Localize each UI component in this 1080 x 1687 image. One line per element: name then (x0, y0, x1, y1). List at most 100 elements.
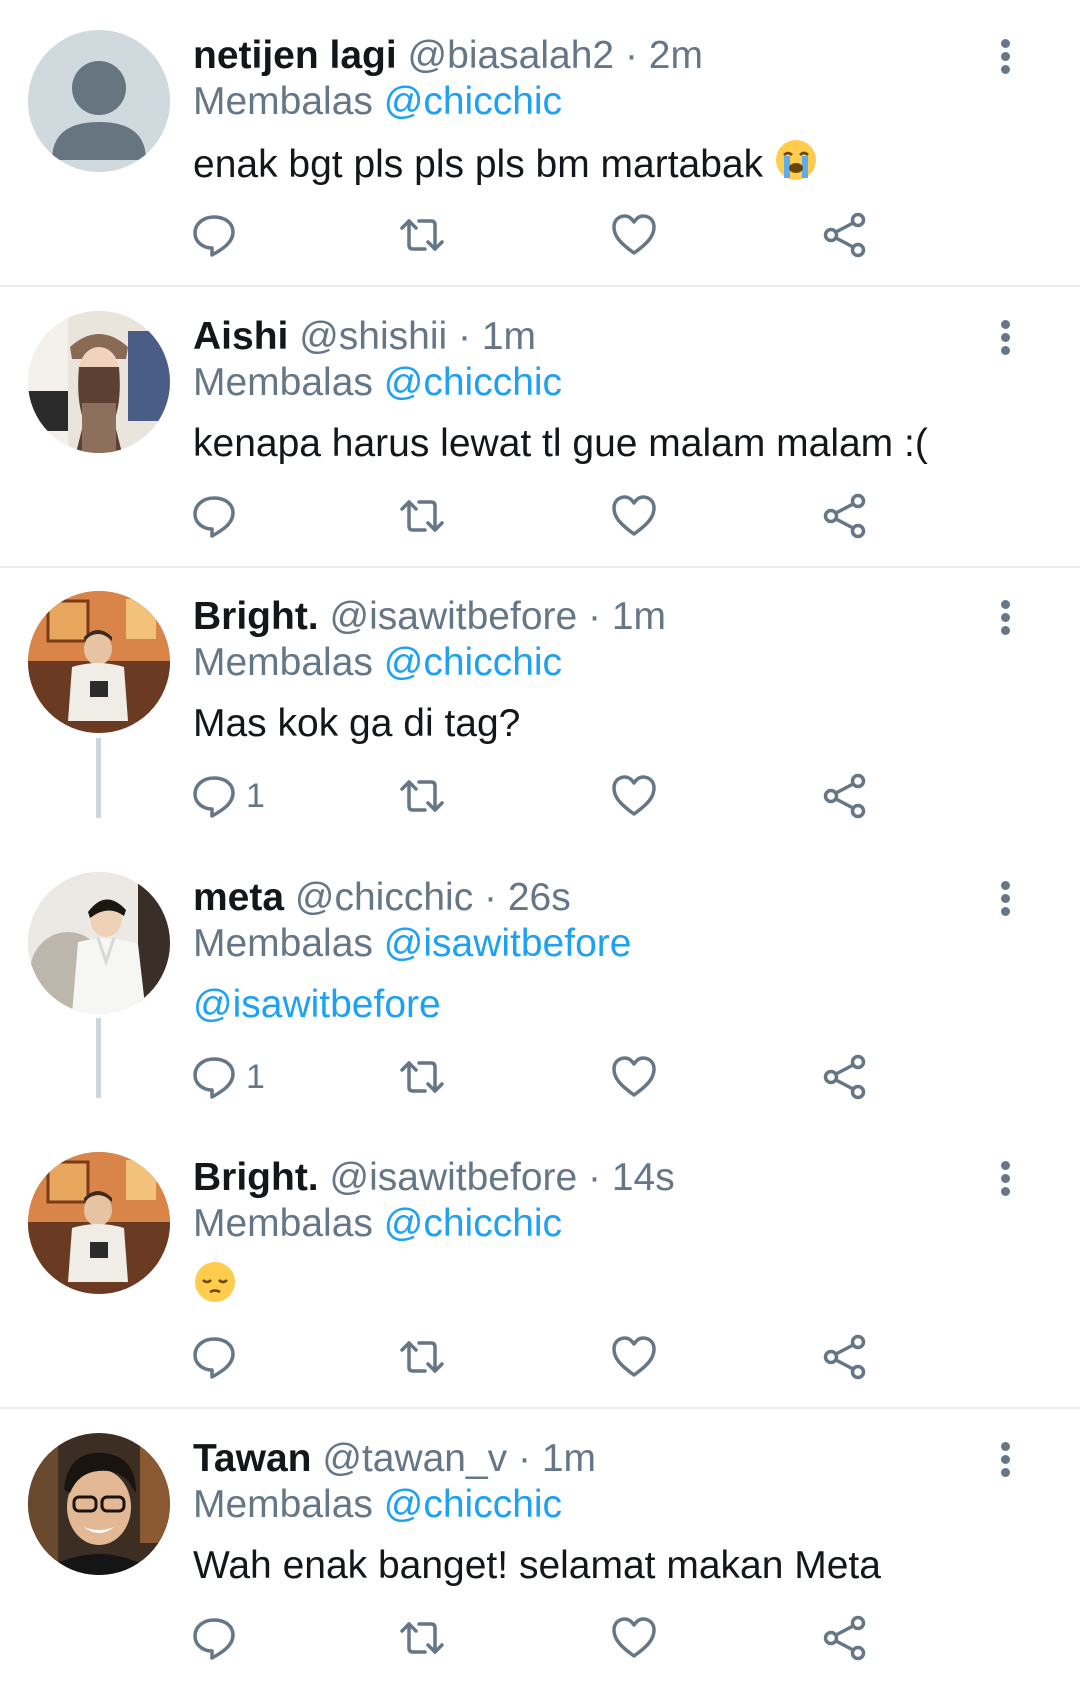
share-icon (823, 1615, 866, 1661)
avatar[interactable] (28, 1152, 170, 1294)
display-name[interactable]: Bright. (193, 1156, 319, 1199)
reply-icon (193, 215, 235, 257)
reply-button[interactable] (190, 1332, 246, 1382)
tweet-text (193, 1260, 237, 1317)
like-button[interactable] (610, 1332, 658, 1382)
tweet[interactable]: Bright. @isawitbefore · 1m Membalas @chi… (0, 561, 1080, 842)
tweet[interactable]: Aishi @shishii · 1m Membalas @chicchic k… (0, 281, 1080, 566)
avatar[interactable] (28, 30, 170, 172)
like-button[interactable] (610, 210, 658, 260)
timestamp[interactable]: · 1m (588, 595, 666, 638)
timestamp[interactable]: · 1m (458, 315, 536, 358)
default-avatar-icon (28, 30, 170, 172)
retweet-button[interactable] (398, 1052, 446, 1102)
reply-icon (193, 1057, 235, 1099)
user-photo-icon (28, 1152, 170, 1294)
share-button[interactable] (820, 1332, 868, 1382)
display-name[interactable]: meta (193, 876, 284, 919)
reply-to-mention[interactable]: @chicchic (384, 80, 562, 123)
pensive-face-icon (193, 1260, 237, 1317)
reply-prefix: Membalas (193, 80, 373, 123)
share-button[interactable] (820, 771, 868, 821)
share-button[interactable] (820, 1052, 868, 1102)
reply-context: Membalas @chicchic (193, 639, 562, 687)
share-icon (823, 773, 866, 819)
tweet[interactable]: Bright. @isawitbefore · 14s Membalas @ch… (0, 1122, 1080, 1407)
more-options-icon[interactable] (990, 597, 1020, 637)
tweet-mention-link[interactable]: @isawitbefore (193, 980, 441, 1030)
tweet-text: Mas kok ga di tag? (193, 702, 521, 745)
like-button[interactable] (610, 1613, 658, 1663)
retweet-icon (400, 500, 444, 532)
share-button[interactable] (820, 1613, 868, 1663)
heart-icon (612, 495, 656, 536)
tweet[interactable]: meta @chicchic · 26s Membalas @isawitbef… (0, 842, 1080, 1122)
display-name[interactable]: netijen lagi (193, 34, 397, 77)
share-icon (823, 1054, 866, 1100)
user-photo-icon (28, 311, 170, 453)
reply-button[interactable]: 1 (190, 1052, 265, 1102)
reply-prefix: Membalas (193, 1202, 373, 1245)
retweet-button[interactable] (398, 491, 446, 541)
avatar[interactable] (28, 1433, 170, 1575)
handle[interactable]: @tawan_v (322, 1437, 507, 1480)
tweet-header: Aishi @shishii · 1m (193, 313, 536, 361)
tweet-header: Tawan @tawan_v · 1m (193, 1435, 596, 1483)
handle[interactable]: @biasalah2 (408, 34, 615, 77)
timestamp[interactable]: · 2m (625, 34, 703, 77)
retweet-icon (400, 1341, 444, 1373)
reply-button[interactable] (190, 210, 246, 260)
user-photo-icon (28, 591, 170, 733)
more-options-icon[interactable] (990, 36, 1020, 76)
reply-to-mention[interactable]: @chicchic (384, 361, 562, 404)
reply-to-mention[interactable]: @isawitbefore (384, 922, 632, 965)
tweet-actions: 1 (190, 771, 910, 821)
avatar[interactable] (28, 591, 170, 733)
reply-prefix: Membalas (193, 922, 373, 965)
timestamp[interactable]: · 14s (588, 1156, 675, 1199)
reply-button[interactable] (190, 491, 246, 541)
reply-to-mention[interactable]: @chicchic (384, 1202, 562, 1245)
tweet-header: Bright. @isawitbefore · 1m (193, 593, 666, 641)
user-photo-icon (28, 872, 170, 1014)
handle[interactable]: @chicchic (295, 876, 473, 919)
tweet-text: enak bgt pls pls pls bm martabak (193, 138, 818, 195)
reply-feed: netijen lagi @biasalah2 · 2m Membalas @c… (0, 0, 1080, 1687)
like-button[interactable] (610, 771, 658, 821)
more-options-icon[interactable] (990, 317, 1020, 357)
reply-context: Membalas @chicchic (193, 1200, 562, 1248)
reply-to-mention[interactable]: @chicchic (384, 641, 562, 684)
display-name[interactable]: Bright. (193, 595, 319, 638)
retweet-button[interactable] (398, 1613, 446, 1663)
share-button[interactable] (820, 210, 868, 260)
handle[interactable]: @shishii (299, 315, 447, 358)
share-button[interactable] (820, 491, 868, 541)
handle[interactable]: @isawitbefore (330, 1156, 578, 1199)
like-button[interactable] (610, 491, 658, 541)
display-name[interactable]: Aishi (193, 315, 288, 358)
retweet-button[interactable] (398, 1332, 446, 1382)
reply-button[interactable]: 1 (190, 771, 265, 821)
display-name[interactable]: Tawan (193, 1437, 311, 1480)
tweet[interactable]: netijen lagi @biasalah2 · 2m Membalas @c… (0, 0, 1080, 285)
more-options-icon[interactable] (990, 878, 1020, 918)
retweet-button[interactable] (398, 771, 446, 821)
tweet-actions (190, 491, 910, 541)
tweet[interactable]: Tawan @tawan_v · 1m Membalas @chicchic W… (0, 1403, 1080, 1687)
timestamp[interactable]: · 1m (518, 1437, 596, 1480)
retweet-icon (400, 219, 444, 251)
more-options-icon[interactable] (990, 1158, 1020, 1198)
reply-button[interactable] (190, 1613, 246, 1663)
reply-icon (193, 776, 235, 818)
avatar[interactable] (28, 311, 170, 453)
retweet-icon (400, 1622, 444, 1654)
tweet-actions: 1 (190, 1052, 910, 1102)
reply-icon (193, 1337, 235, 1379)
handle[interactable]: @isawitbefore (330, 595, 578, 638)
reply-to-mention[interactable]: @chicchic (384, 1483, 562, 1526)
more-options-icon[interactable] (990, 1439, 1020, 1479)
timestamp[interactable]: · 26s (484, 876, 571, 919)
avatar[interactable] (28, 872, 170, 1014)
like-button[interactable] (610, 1052, 658, 1102)
retweet-button[interactable] (398, 210, 446, 260)
